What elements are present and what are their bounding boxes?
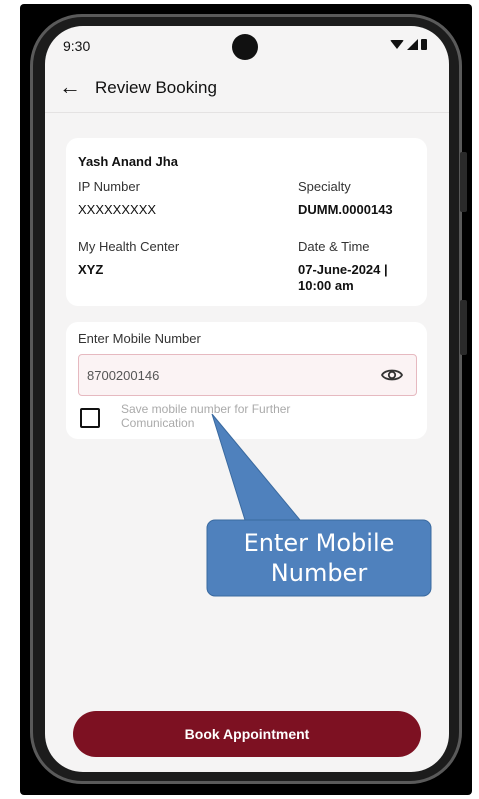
callout-label: Enter Mobile Number [243,529,395,587]
callout-pointer [206,413,432,597]
